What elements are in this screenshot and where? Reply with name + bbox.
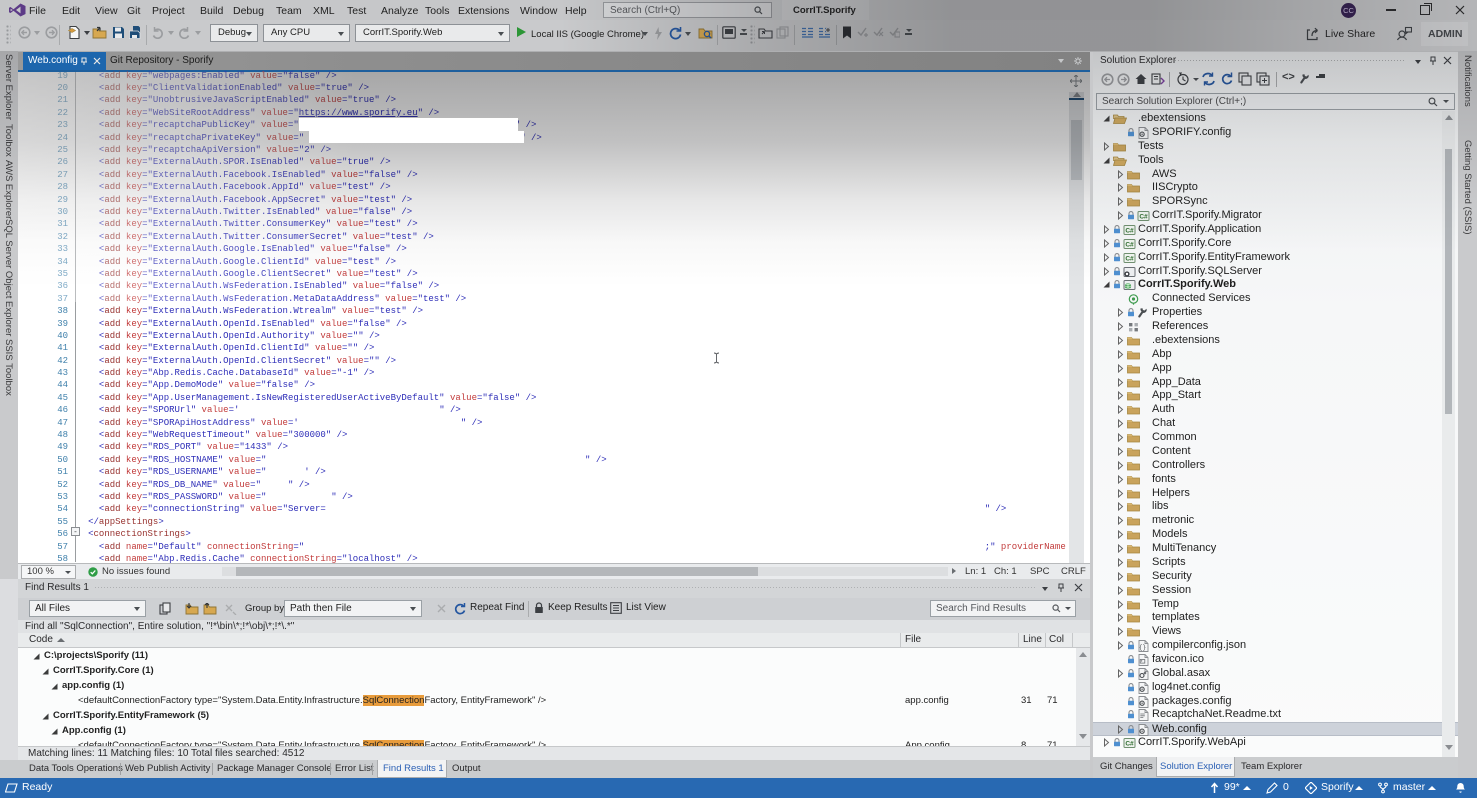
svg-text:C#: C# — [1125, 741, 1134, 748]
svg-text:C#: C# — [1125, 228, 1134, 235]
svg-text:C#: C# — [1125, 255, 1134, 262]
svg-text:C#: C# — [1139, 214, 1148, 221]
svg-text:C#: C# — [1125, 241, 1134, 248]
svg-text:{}: {} — [1139, 644, 1146, 651]
